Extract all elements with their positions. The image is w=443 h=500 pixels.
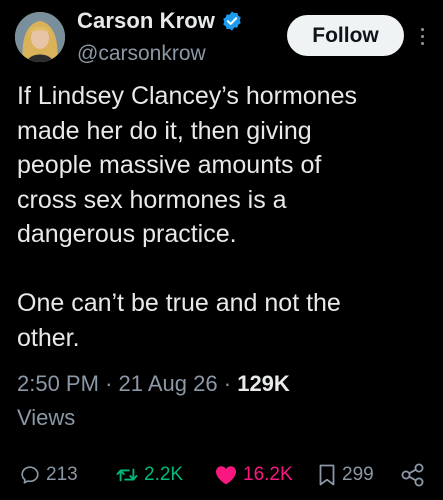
- avatar[interactable]: [15, 12, 65, 62]
- tweet-date[interactable]: 21 Aug 26: [119, 371, 218, 396]
- bookmark-button[interactable]: 299: [317, 458, 374, 492]
- reply-count: 213: [46, 464, 78, 485]
- author-name-row: Carson Krow: [77, 8, 243, 34]
- like-count: 16.2K: [243, 464, 293, 485]
- repost-button[interactable]: 2.2K: [115, 458, 183, 492]
- views-count: 129K: [237, 371, 290, 396]
- reply-icon: [21, 466, 39, 484]
- views-label: Views: [17, 405, 76, 430]
- like-button[interactable]: 16.2K: [214, 458, 293, 492]
- more-icon[interactable]: [412, 22, 432, 50]
- tweet-text: If Lindsey Clancey’s hormones made her d…: [17, 82, 357, 352]
- share-button[interactable]: [400, 458, 431, 492]
- tweet-time[interactable]: 2:50 PM: [17, 371, 99, 396]
- verified-badge-icon: [221, 10, 243, 32]
- reply-button[interactable]: 213: [19, 458, 78, 492]
- tweet-meta: 2:50 PM · 21 Aug 26 · 129K Views: [17, 367, 427, 435]
- repost-count: 2.2K: [144, 464, 184, 485]
- like-icon: [216, 466, 236, 485]
- meta-separator: ·: [223, 371, 232, 396]
- share-icon: [401, 463, 424, 487]
- bookmark-icon: [319, 464, 335, 486]
- meta-separator: ·: [105, 371, 113, 396]
- action-bar: 213 2.2K 16.2K 299: [0, 458, 443, 492]
- follow-button[interactable]: Follow: [287, 15, 404, 56]
- bookmark-count: 299: [342, 464, 374, 485]
- repost-icon: [116, 468, 138, 482]
- author-display-name[interactable]: Carson Krow: [77, 8, 215, 34]
- author-handle[interactable]: @carsonkrow: [77, 42, 206, 66]
